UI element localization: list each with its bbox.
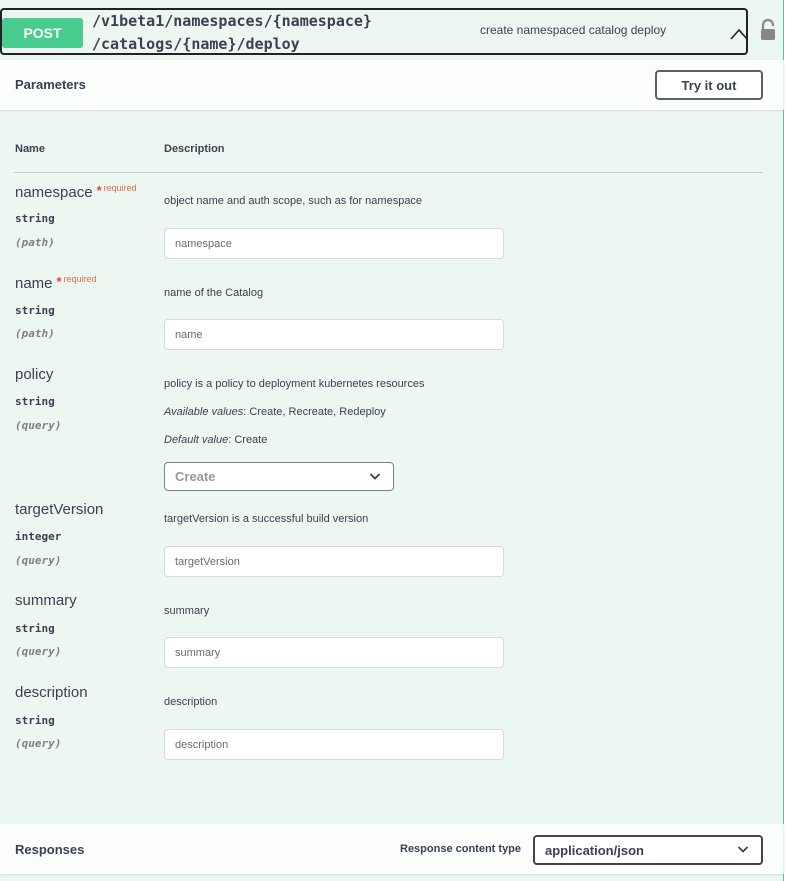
required-star: * [96, 183, 102, 198]
default-value-label: Default value [164, 434, 229, 446]
targetversion-input[interactable]: targetVersion [164, 546, 504, 577]
column-header-description: Description [164, 143, 225, 155]
available-values: Available values: Create, Recreate, Rede… [164, 406, 386, 418]
operation-path: /v1beta1/namespaces/{namespace} /catalog… [92, 10, 372, 56]
required-label: required [103, 183, 137, 193]
param-location: (path) [15, 327, 55, 340]
param-name-namespace: namespace * required [15, 183, 137, 201]
response-content-type-value: application/json [545, 842, 644, 858]
operation-summary-bar[interactable]: POST /v1beta1/namespaces/{namespace} /ca… [0, 8, 748, 55]
operation-description: create namespaced catalog deploy [480, 23, 667, 37]
param-name-text: name [15, 275, 53, 292]
param-description: policy is a policy to deployment kuberne… [164, 378, 425, 390]
param-description: summary [164, 605, 210, 617]
header-divider [14, 172, 763, 173]
available-values-list: : Create, Recreate, Redeploy [243, 406, 386, 418]
path-line-1: /v1beta1/namespaces/{namespace} [92, 12, 372, 30]
param-location: (query) [15, 645, 62, 658]
param-name-summary: summary [15, 592, 77, 609]
name-input[interactable]: name [164, 319, 504, 350]
param-location: (query) [15, 419, 62, 432]
policy-selected-value: Create [175, 469, 216, 484]
namespace-input[interactable]: namespace [164, 228, 504, 259]
policy-select[interactable]: Create [164, 462, 394, 491]
responses-title: Responses [15, 842, 85, 857]
description-input[interactable]: description [164, 729, 504, 760]
param-type: string [15, 395, 55, 408]
param-type: string [15, 622, 55, 635]
param-description: targetVersion is a successful build vers… [164, 513, 369, 525]
method-badge: POST [2, 18, 83, 48]
param-type: string [15, 714, 55, 727]
response-content-type-label: Response content type [400, 843, 522, 855]
param-name-name: name * required [15, 274, 97, 292]
default-value-text: : Create [228, 434, 268, 446]
param-location: (query) [15, 554, 62, 567]
path-line-2: /catalogs/{name}/deploy [92, 35, 300, 53]
param-type: string [15, 304, 55, 317]
param-location: (query) [15, 737, 62, 750]
param-name-policy: policy [15, 366, 54, 383]
response-content-type-select[interactable]: application/json [533, 835, 763, 865]
param-type: string [15, 212, 55, 225]
chevron-down-icon [369, 473, 381, 480]
param-description: name of the Catalog [164, 287, 264, 299]
chevron-up-icon[interactable] [728, 24, 750, 46]
try-it-out-button[interactable]: Try it out [655, 70, 763, 100]
chevron-down-icon [737, 846, 749, 853]
param-name-description: description [15, 684, 88, 701]
summary-input[interactable]: summary [164, 637, 504, 668]
operation-block: POST /v1beta1/namespaces/{namespace} /ca… [0, 0, 784, 881]
required-star: * [56, 274, 62, 289]
parameters-title: Parameters [15, 77, 86, 92]
param-description: description [164, 696, 218, 708]
unlocked-icon[interactable] [759, 18, 777, 42]
param-name-targetversion: targetVersion [15, 501, 104, 518]
param-type: integer [15, 530, 62, 543]
param-location: (path) [15, 236, 55, 249]
available-values-label: Available values [164, 406, 244, 418]
param-name-text: namespace [15, 184, 93, 201]
required-label: required [63, 274, 97, 284]
default-value: Default value: Create [164, 434, 267, 446]
column-header-name: Name [15, 143, 45, 155]
param-description: object name and auth scope, such as for … [164, 195, 423, 207]
